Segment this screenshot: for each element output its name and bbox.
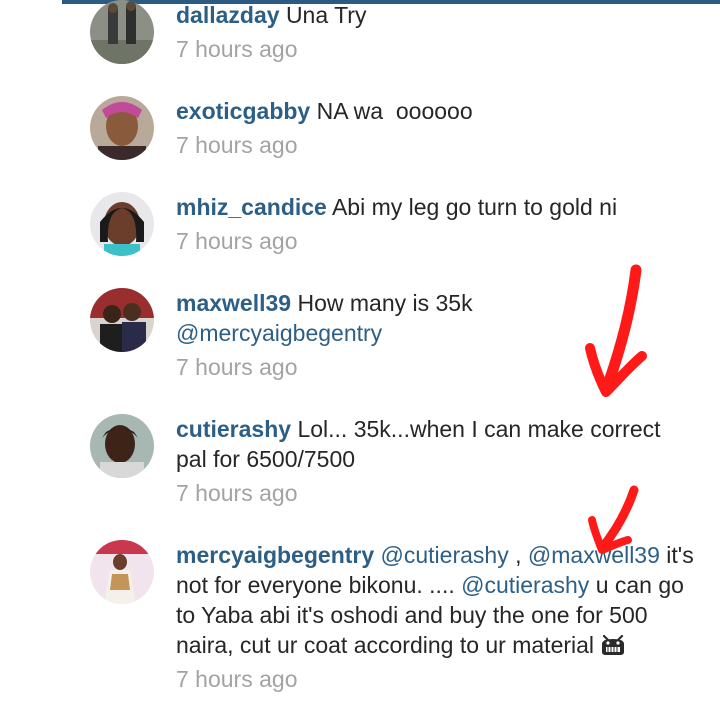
comment-timestamp: 7 hours ago — [176, 36, 298, 62]
red-arrow-annotation-icon — [588, 485, 639, 554]
comment-body: Una Try — [285, 2, 367, 28]
avatar[interactable] — [90, 414, 154, 478]
comment-username[interactable]: mercyaigbegentry — [176, 542, 374, 568]
comment-body: Abi my leg go turn to gold ni — [331, 194, 618, 220]
avatar[interactable] — [90, 192, 154, 256]
comment-body: How many is 35k — [297, 290, 473, 316]
grinning-alien-emoji-icon — [600, 633, 626, 655]
avatar[interactable] — [90, 288, 154, 352]
comment-username[interactable]: exoticgabby — [176, 98, 310, 124]
avatar[interactable] — [90, 0, 154, 64]
comment-username[interactable]: cutierashy — [176, 416, 291, 442]
avatar[interactable] — [90, 96, 154, 160]
comment-timestamp: 7 hours ago — [176, 666, 298, 692]
comment-body: NA wa oooooo — [316, 98, 473, 124]
comment-username[interactable]: maxwell39 — [176, 290, 291, 316]
comment-separator: , — [515, 542, 522, 568]
comment-username[interactable]: dallazday — [176, 2, 280, 28]
avatar[interactable] — [90, 540, 154, 604]
comment-text: mhiz_candice Abi my leg go turn to gold … — [176, 192, 696, 222]
mention-link[interactable]: @mercyaigbegentry — [176, 320, 382, 346]
comment-timestamp: 7 hours ago — [176, 132, 298, 158]
mention-link[interactable]: @cutierashy — [381, 542, 509, 568]
comment-text: exoticgabby NA wa oooooo — [176, 96, 696, 126]
comment-timestamp: 7 hours ago — [176, 228, 298, 254]
comment-username[interactable]: mhiz_candice — [176, 194, 327, 220]
mention-link[interactable]: @cutierashy — [461, 572, 589, 598]
red-arrow-annotation-icon — [585, 264, 647, 397]
comment-text: dallazday Una Try — [176, 0, 696, 30]
comment-text: cutierashy Lol... 35k...when I can make … — [176, 414, 696, 474]
